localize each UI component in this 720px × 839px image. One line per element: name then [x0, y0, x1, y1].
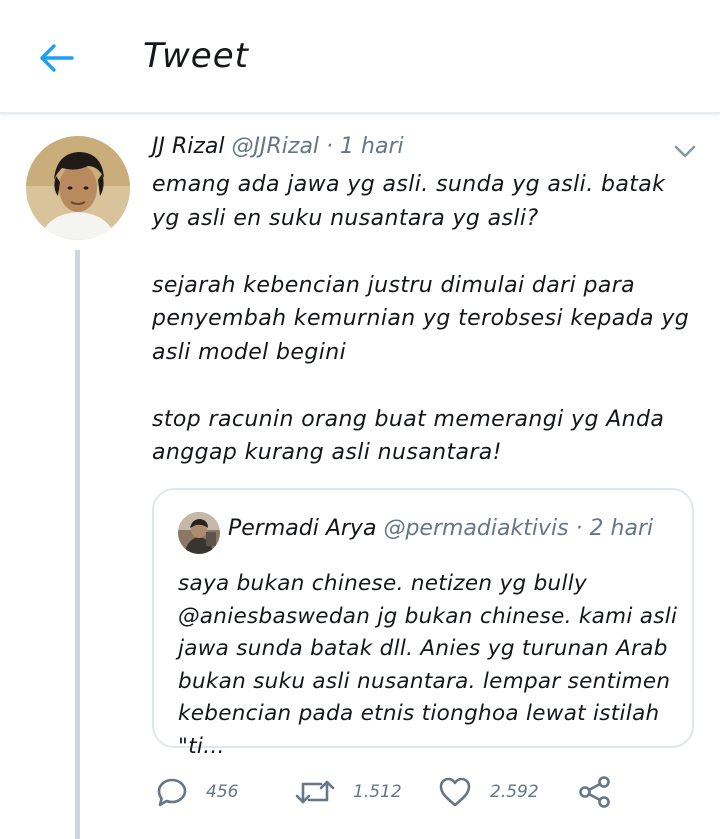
- quote-time: 2 hari: [589, 516, 654, 541]
- quote-author-name: Permadi Arya: [228, 516, 377, 541]
- tweet-actions: 456 1.512 2.592: [152, 770, 700, 814]
- retweet-count: 1.512: [353, 782, 402, 802]
- like-count: 2.592: [490, 782, 539, 802]
- quote-avatar-image: [178, 512, 220, 554]
- thread-line: [75, 250, 80, 839]
- tweet-paragraph: emang ada jawa yg asli. sunda yg asli. b…: [152, 172, 666, 231]
- tweet-text: emang ada jawa yg asli. sunda yg asli. b…: [152, 168, 700, 470]
- reply-button[interactable]: 456: [156, 770, 238, 814]
- back-button[interactable]: [34, 36, 78, 80]
- tweet-paragraph: sejarah kebencian justru dimulai dari pa…: [152, 272, 690, 365]
- avatar-image: [26, 136, 130, 240]
- author-handle[interactable]: @JJRizal: [232, 134, 320, 159]
- app-header: Tweet: [0, 0, 720, 114]
- like-button[interactable]: 2.592: [438, 770, 539, 814]
- meta-separator: ·: [326, 134, 334, 159]
- tweet-paragraph: stop racunin orang buat memerangi yg And…: [152, 406, 665, 466]
- quote-author-handle: @permadiaktivis: [383, 516, 569, 541]
- page-title: Tweet: [143, 36, 249, 76]
- like-icon: [439, 777, 471, 807]
- reply-count: 456: [206, 782, 239, 802]
- avatar[interactable]: [26, 136, 130, 240]
- chevron-down-icon: [674, 145, 696, 158]
- quote-text: saya bukan chinese. netizen yg bully @an…: [178, 568, 678, 763]
- tweet-menu-button[interactable]: [672, 138, 698, 164]
- quote-paragraph: saya bukan chinese. netizen yg bully @an…: [178, 571, 678, 759]
- retweet-icon: [295, 780, 335, 804]
- share-icon: [579, 776, 610, 808]
- arrow-left-icon: [40, 44, 74, 72]
- tweet-meta: JJ Rizal @JJRizal · 1 hari: [152, 134, 404, 159]
- quoted-tweet-card[interactable]: Permadi Arya @permadiaktivis · 2 hari sa…: [152, 488, 694, 759]
- quote-avatar: [178, 512, 220, 554]
- meta-separator: ·: [575, 516, 583, 541]
- tweet-time[interactable]: 1 hari: [340, 134, 404, 159]
- reply-icon: [157, 778, 187, 807]
- author-name[interactable]: JJ Rizal: [152, 134, 225, 159]
- retweet-button[interactable]: 1.512: [295, 770, 402, 814]
- quote-meta: Permadi Arya @permadiaktivis · 2 hari: [228, 516, 653, 541]
- share-button[interactable]: [578, 770, 612, 814]
